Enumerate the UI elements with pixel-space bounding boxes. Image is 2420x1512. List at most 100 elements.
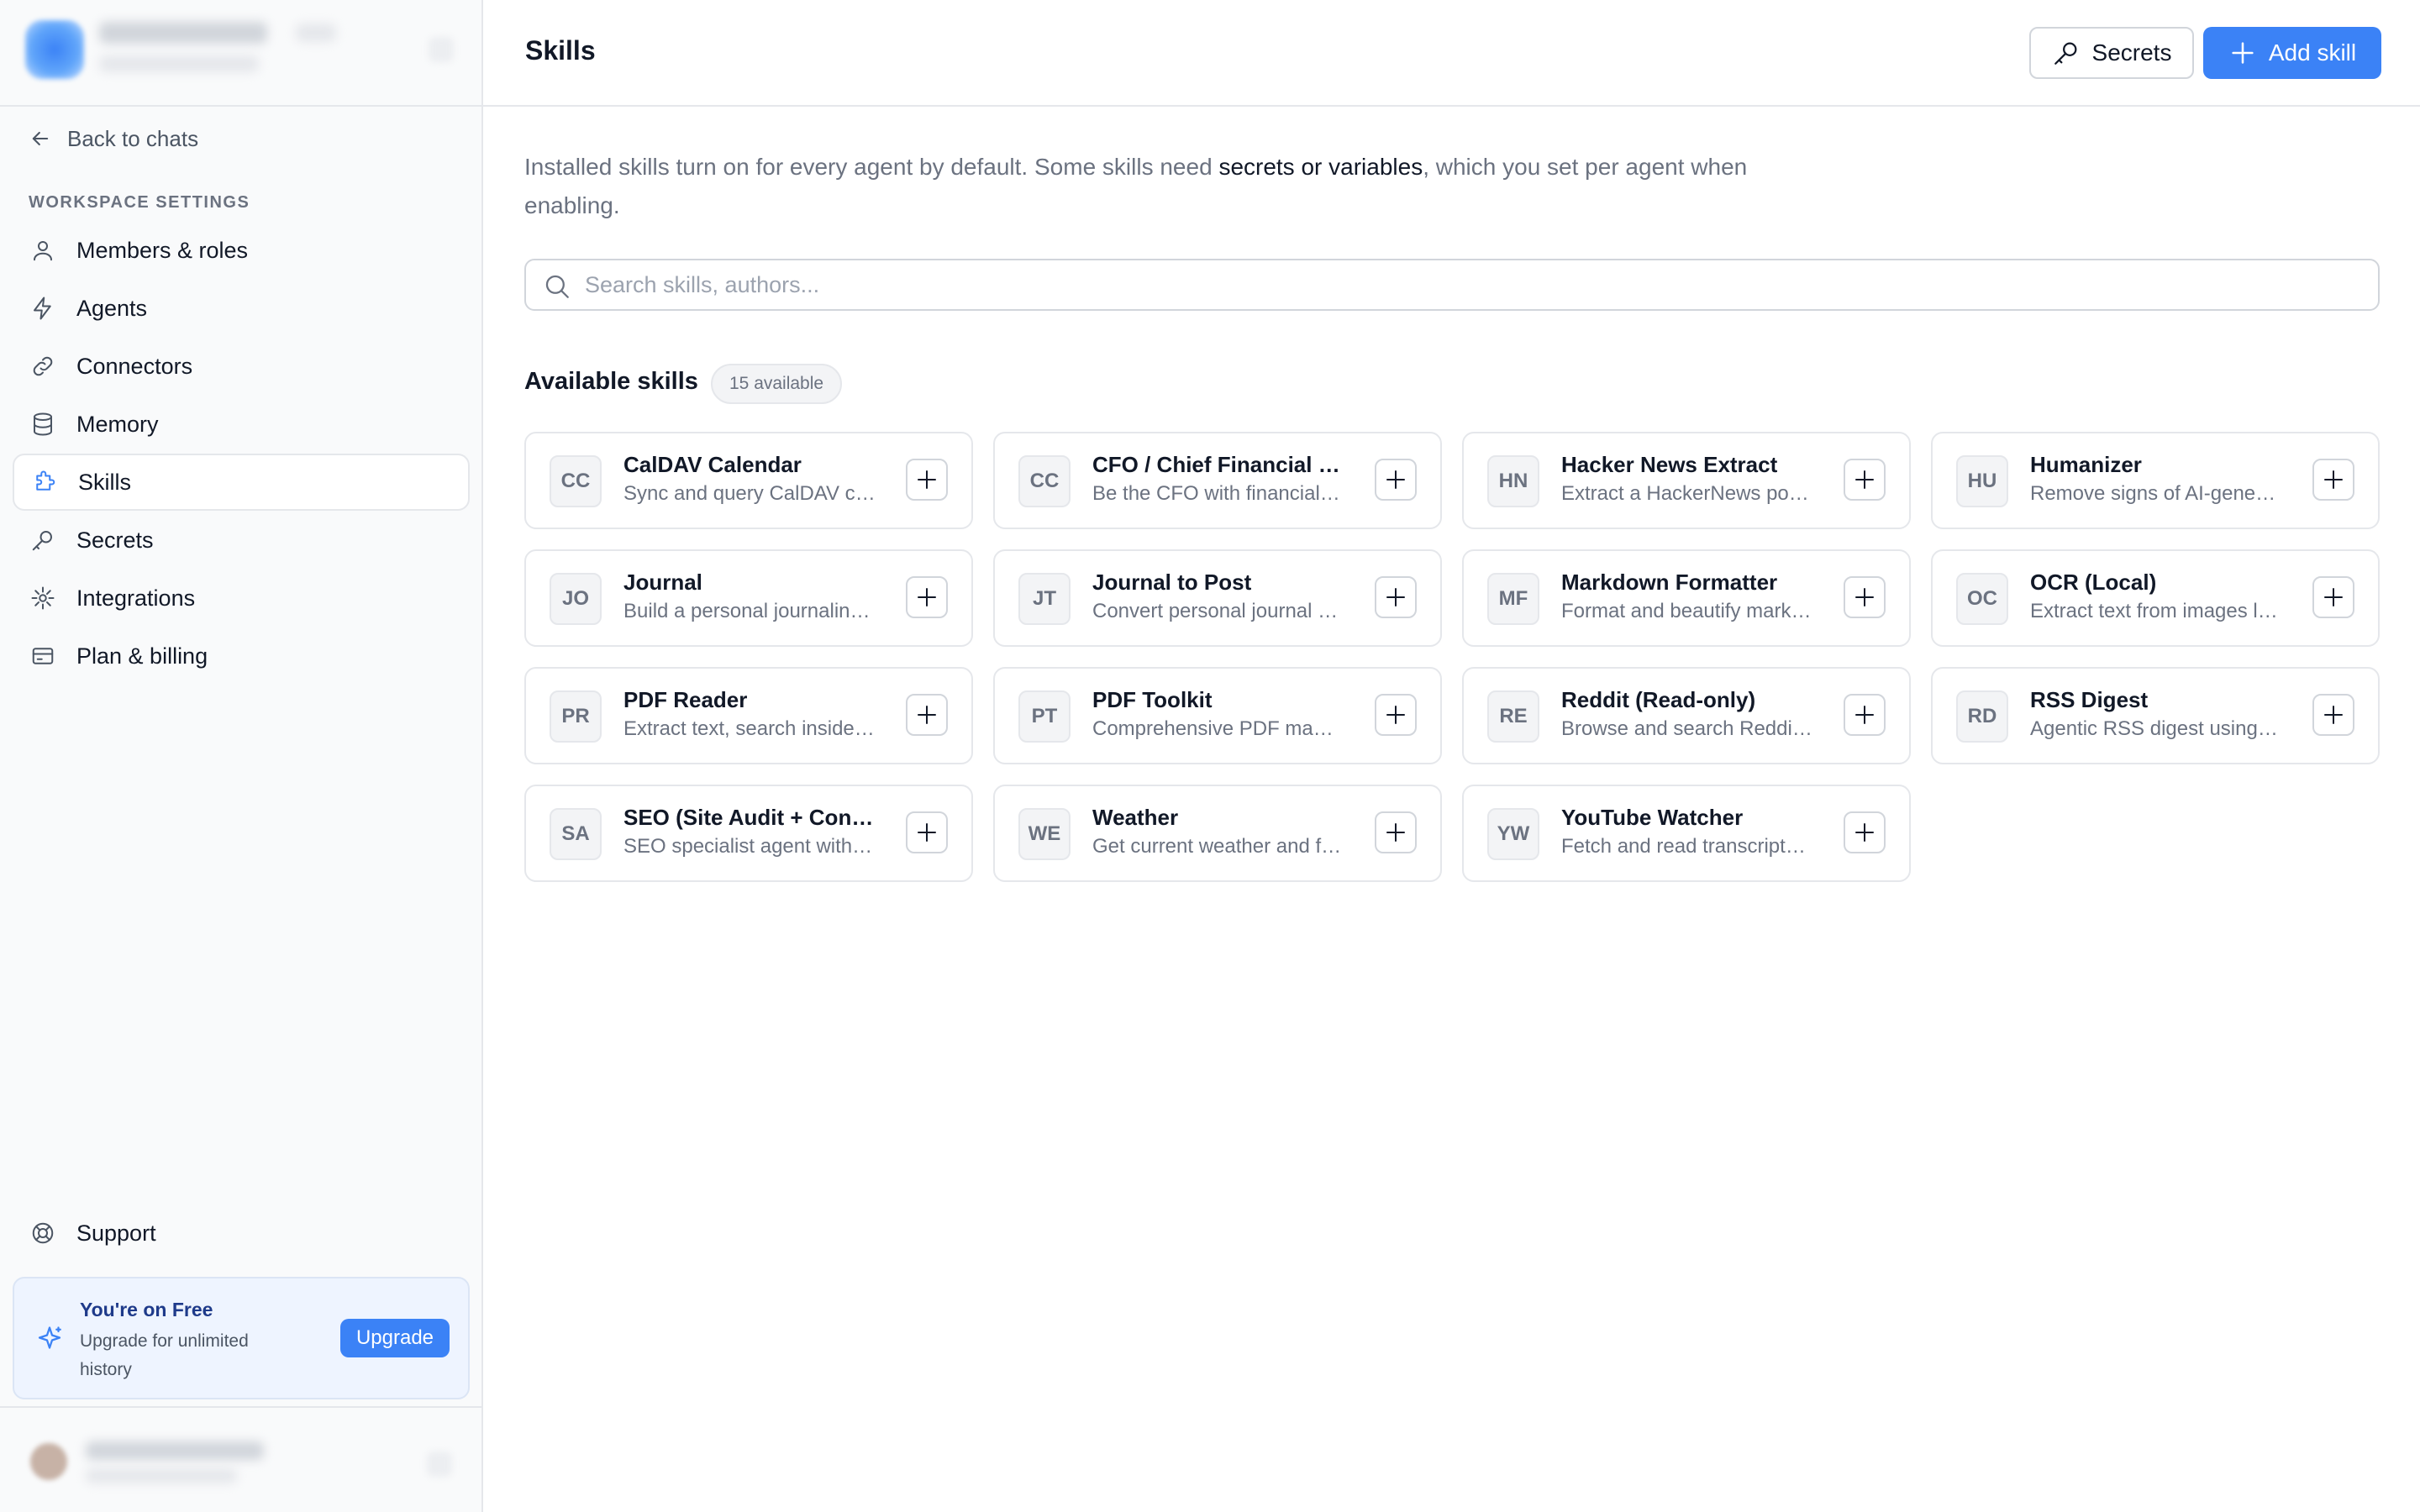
back-to-chats-label: Back to chats — [67, 125, 199, 151]
add-skill-button-label: Add skill — [2268, 39, 2357, 66]
add-skill-plus-button[interactable] — [906, 576, 948, 618]
skill-name: PDF Toolkit — [1092, 687, 1213, 712]
skill-card[interactable]: PT PDF Toolkit Comprehensive PDF manipulat… — [993, 667, 1442, 764]
skill-card[interactable]: PR PDF Reader Extract text, search inside … — [524, 667, 973, 764]
support-link[interactable]: Support — [13, 1205, 470, 1262]
plus-icon — [1386, 588, 1405, 606]
search-icon — [545, 275, 569, 298]
database-icon — [29, 411, 56, 438]
skill-description: Browse and search Reddit posts — [1561, 717, 1813, 740]
skill-card[interactable]: JT Journal to Post Convert personal journa… — [993, 549, 1442, 647]
sidebar-item-label: Members & roles — [76, 237, 249, 263]
key-icon — [2054, 42, 2076, 65]
user-menu[interactable] — [0, 1406, 481, 1512]
add-skill-plus-button[interactable] — [906, 694, 948, 736]
secrets-button[interactable]: Secrets — [2029, 27, 2194, 79]
user-menu-icon[interactable] — [427, 1452, 452, 1477]
available-skills-heading: Available skills — [524, 368, 698, 395]
skill-initials: JT — [1018, 573, 1071, 625]
skill-card[interactable]: RE Reddit (Read-only) Browse and search Re… — [1462, 667, 1911, 764]
add-skill-plus-button[interactable] — [906, 459, 948, 501]
skill-description: Format and beautify markdown files — [1561, 600, 1813, 622]
bolt-icon — [29, 295, 56, 322]
add-skill-plus-button[interactable] — [1375, 459, 1417, 501]
sidebar-item-agents[interactable]: Agents — [13, 280, 470, 337]
skill-card[interactable]: YW YouTube Watcher Fetch and read transcri… — [1462, 785, 1911, 882]
plus-icon — [1386, 470, 1405, 489]
plan-status: You're on Free — [80, 1299, 213, 1320]
plus-icon — [1386, 706, 1405, 724]
plus-icon — [918, 588, 936, 606]
skill-card[interactable]: HU Humanizer Remove signs of AI-generated … — [1931, 432, 2380, 529]
add-skill-plus-button[interactable] — [1375, 811, 1417, 853]
sidebar-item-label: Memory — [76, 411, 159, 437]
add-skill-plus-button[interactable] — [1844, 459, 1886, 501]
skill-name: Journal to Post — [1092, 570, 1252, 595]
key-icon — [29, 527, 56, 554]
workspace-name-blurred — [99, 22, 267, 44]
skill-initials: MF — [1487, 573, 1539, 625]
puzzle-icon — [31, 469, 58, 496]
add-skill-plus-button[interactable] — [2312, 694, 2354, 736]
workspace-switcher[interactable] — [0, 0, 481, 107]
skill-description: Extract text, search inside PDFs — [623, 717, 876, 740]
back-to-chats-link[interactable]: Back to chats — [29, 123, 198, 155]
skill-initials: RD — [1956, 690, 2008, 743]
add-skill-plus-button[interactable] — [2312, 459, 2354, 501]
skill-initials: JO — [550, 573, 602, 625]
add-skill-plus-button[interactable] — [1844, 576, 1886, 618]
add-skill-plus-button[interactable] — [1844, 811, 1886, 853]
intro-text-start: Installed skills turn on for every agent… — [524, 154, 1219, 180]
add-skill-plus-button[interactable] — [906, 811, 948, 853]
skill-name: Hacker News Extract — [1561, 452, 1778, 477]
skill-card[interactable]: CC CalDAV Calendar Sync and query CalDAV c… — [524, 432, 973, 529]
skill-name: Journal — [623, 570, 702, 595]
skill-initials: PT — [1018, 690, 1071, 743]
user-icon — [29, 237, 56, 264]
available-count-badge: 15 available — [711, 364, 843, 404]
skill-card[interactable]: CC CFO / Chief Financial Officer Be the CF… — [993, 432, 1442, 529]
add-skill-button[interactable]: Add skill — [2203, 27, 2381, 79]
sidebar-item-integrations[interactable]: Integrations — [13, 570, 470, 627]
secrets-variables-emphasis: secrets or variables — [1218, 154, 1423, 180]
skill-card[interactable]: HN Hacker News Extract Extract a HackerNew… — [1462, 432, 1911, 529]
sidebar-item-label: Plan & billing — [76, 643, 208, 669]
skill-card[interactable]: MF Markdown Formatter Format and beautify … — [1462, 549, 1911, 647]
skill-description: Be the CFO with financial analysis — [1092, 482, 1344, 505]
plus-icon — [918, 706, 936, 724]
sidebar-item-plan-billing[interactable]: Plan & billing — [13, 627, 470, 685]
skill-description: Sync and query CalDAV calendars — [623, 482, 876, 505]
sidebar-item-skills[interactable]: Skills — [13, 454, 470, 511]
skill-card[interactable]: WE Weather Get current weather and forecas… — [993, 785, 1442, 882]
secrets-button-label: Secrets — [2091, 39, 2172, 66]
skill-card[interactable]: SA SEO (Site Audit + Content Writer) SEO s… — [524, 785, 973, 882]
page-title: Skills — [525, 35, 596, 66]
add-skill-plus-button[interactable] — [2312, 576, 2354, 618]
skill-description: SEO specialist agent with site audits — [623, 835, 876, 858]
upgrade-button[interactable]: Upgrade — [340, 1319, 450, 1357]
skill-name: Markdown Formatter — [1561, 570, 1778, 595]
skill-card[interactable]: OC OCR (Local) Extract text from images lo… — [1931, 549, 2380, 647]
user-email-blurred — [86, 1468, 237, 1483]
add-skill-plus-button[interactable] — [1844, 694, 1886, 736]
search-input[interactable] — [585, 265, 2349, 304]
skill-initials: YW — [1487, 808, 1539, 860]
skill-name: Humanizer — [2030, 452, 2142, 477]
sidebar-item-secrets[interactable]: Secrets — [13, 512, 470, 569]
sidebar-item-label: Skills — [78, 469, 132, 495]
sidebar-item-connectors[interactable]: Connectors — [13, 338, 470, 395]
workspace-menu-icon[interactable] — [429, 37, 454, 62]
link-icon — [29, 353, 56, 380]
add-skill-plus-button[interactable] — [1375, 694, 1417, 736]
user-name-blurred — [86, 1441, 264, 1460]
skill-card[interactable]: RD RSS Digest Agentic RSS digest using fee… — [1931, 667, 2380, 764]
sidebar-item-label: Integrations — [76, 585, 196, 611]
workspace-avatar — [25, 20, 84, 79]
add-skill-plus-button[interactable] — [1375, 576, 1417, 618]
sidebar-item-memory[interactable]: Memory — [13, 396, 470, 453]
plus-icon — [2232, 42, 2254, 64]
sidebar: Back to chats WORKSPACE SETTINGS Members… — [0, 0, 483, 1512]
skill-card[interactable]: JO Journal Build a personal journaling hab… — [524, 549, 973, 647]
sidebar-item-members[interactable]: Members & roles — [13, 222, 470, 279]
skill-initials: SA — [550, 808, 602, 860]
